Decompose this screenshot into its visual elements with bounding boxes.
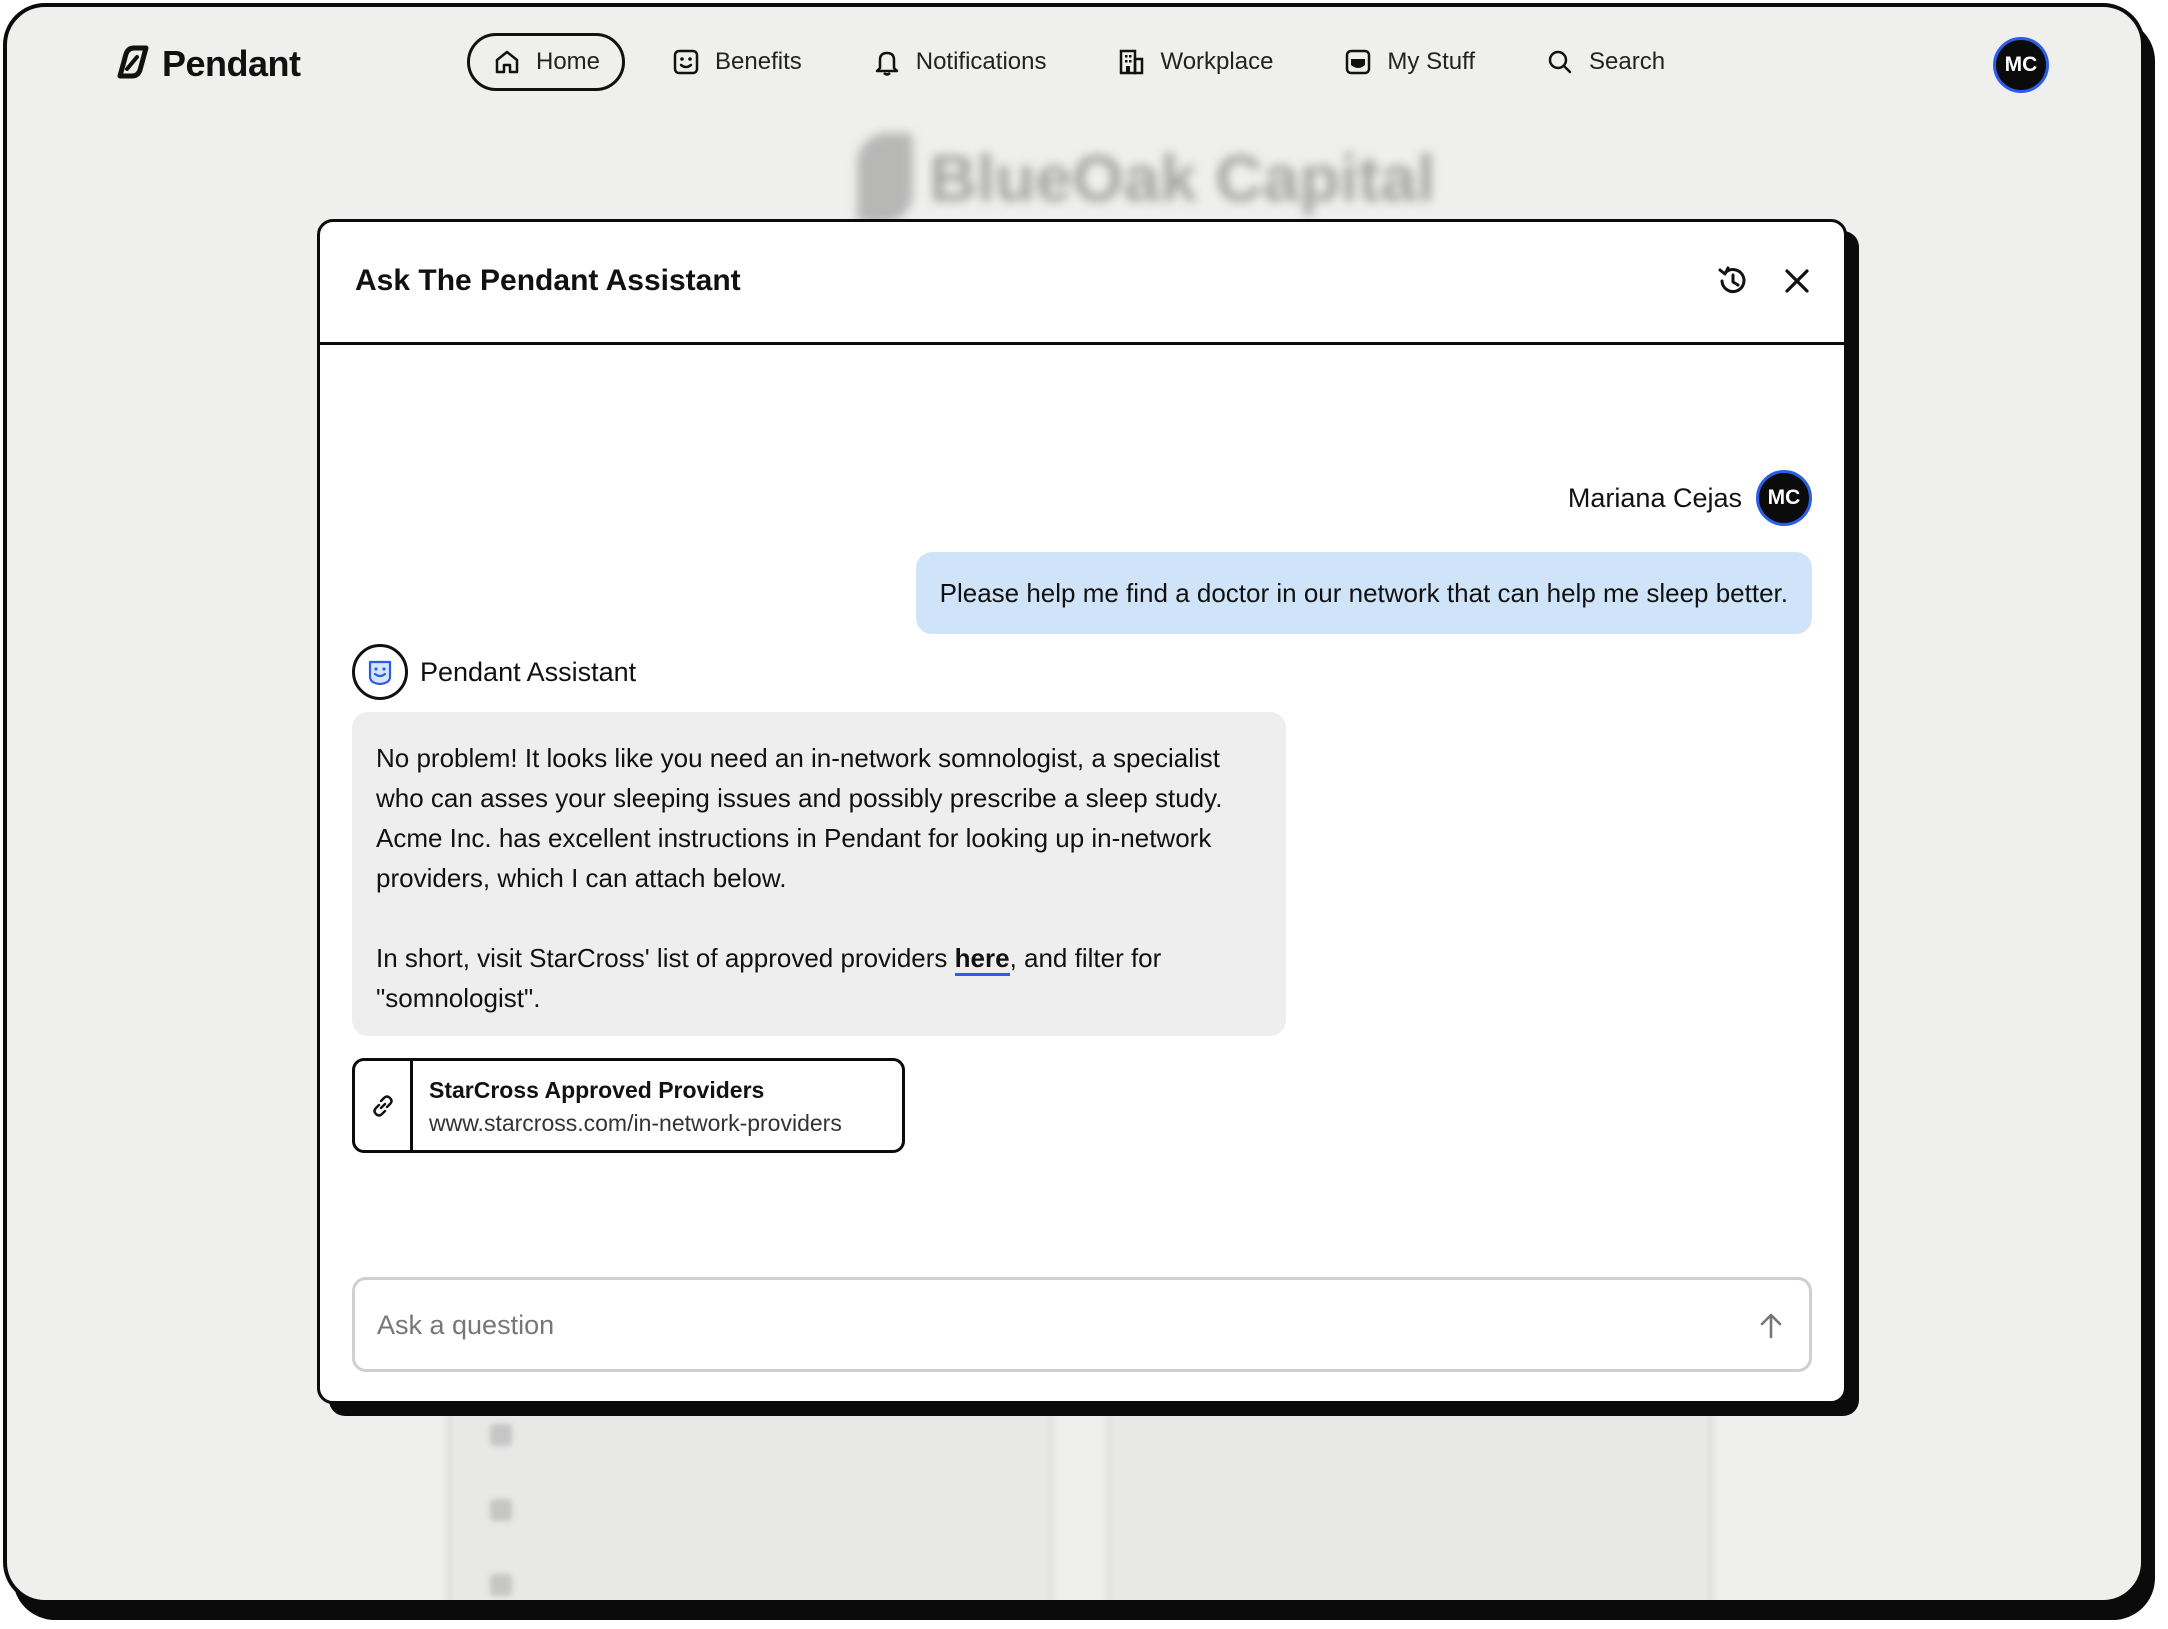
link-card-title: StarCross Approved Providers [429,1077,765,1103]
assistant-name: Pendant Assistant [420,656,637,687]
background-company-banner: BlueOak Capital [857,133,1435,223]
user-message-bubble: Please help me find a doctor in our netw… [915,552,1812,634]
nav-item-label: Home [536,48,601,75]
nav-item-label: My Stuff [1387,48,1476,75]
link-icon [372,1094,393,1117]
main-nav: Home Benefits Notifications Workplace My… [467,33,1711,91]
nav-item-label: Workplace [1160,48,1274,75]
nav-item-home[interactable]: Home [467,33,626,91]
history-icon [1718,266,1746,294]
nav-item-notifications[interactable]: Notifications [848,33,1071,91]
close-icon [1785,269,1809,293]
assistant-message-bubble: No problem! It looks like you need an in… [352,712,1286,1036]
providers-link[interactable]: here [954,943,1010,976]
question-input[interactable] [375,1280,1739,1371]
assistant-avatar [352,644,408,700]
nav-item-label: Notifications [915,48,1047,75]
modal-header: Ask The Pendant Assistant [320,222,1844,345]
assistant-paragraph: No problem! It looks like you need an in… [376,743,1223,893]
link-card-url: www.starcross.com/in-network-providers [429,1110,842,1136]
company-logo-icon [857,133,913,223]
attachment-link-card[interactable]: StarCross Approved Providers www.starcro… [352,1058,905,1153]
background-panel-left [447,1387,1053,1600]
send-button[interactable] [1751,1306,1791,1346]
app-name: Pendant [162,43,301,84]
my-stuff-icon [1346,49,1371,75]
history-button[interactable] [1710,258,1756,304]
building-icon [1120,49,1144,75]
home-icon [495,50,519,74]
company-name: BlueOak Capital [929,141,1436,215]
benefits-icon [673,49,699,75]
assistant-message-header: Pendant Assistant [352,644,636,700]
modal-title: Ask The Pendant Assistant [355,264,741,297]
user-message-header: Mariana Cejas MC [1568,470,1812,526]
user-name: Mariana Cejas [1567,482,1742,513]
search-icon [1548,50,1572,74]
app-window: BlueOak Capital Pendant Home Benefits No… [3,3,2145,1604]
nav-item-label: Benefits [715,48,802,75]
arrow-up-icon [1760,1313,1782,1339]
question-input-box [352,1277,1812,1372]
nav-item-label: Search [1589,48,1666,75]
pendant-logo-icon [117,45,149,79]
nav-item-workplace[interactable]: Workplace [1092,33,1297,91]
assistant-paragraph: In short, visit StarCross' list of appro… [376,938,1262,1018]
bell-icon [875,51,898,76]
nav-item-search[interactable]: Search [1521,33,1689,91]
assistant-text: In short, visit StarCross' list of appro… [376,943,955,973]
close-button[interactable] [1774,258,1820,304]
nav-item-my-stuff[interactable]: My Stuff [1319,33,1499,91]
user-avatar: MC [1756,470,1812,526]
profile-avatar[interactable]: MC [1993,37,2049,93]
link-card-text: StarCross Approved Providers www.starcro… [413,1061,842,1150]
background-panel-right [1107,1387,1713,1600]
nav-item-benefits[interactable]: Benefits [647,33,826,91]
top-navigation: Pendant Home Benefits Notifications Work… [7,7,2141,125]
pendant-bot-icon [368,660,392,686]
link-icon-cell [355,1061,413,1150]
assistant-modal: Ask The Pendant Assistant Mariana Cejas … [317,219,1847,1404]
pendant-logo[interactable]: Pendant [112,43,301,85]
